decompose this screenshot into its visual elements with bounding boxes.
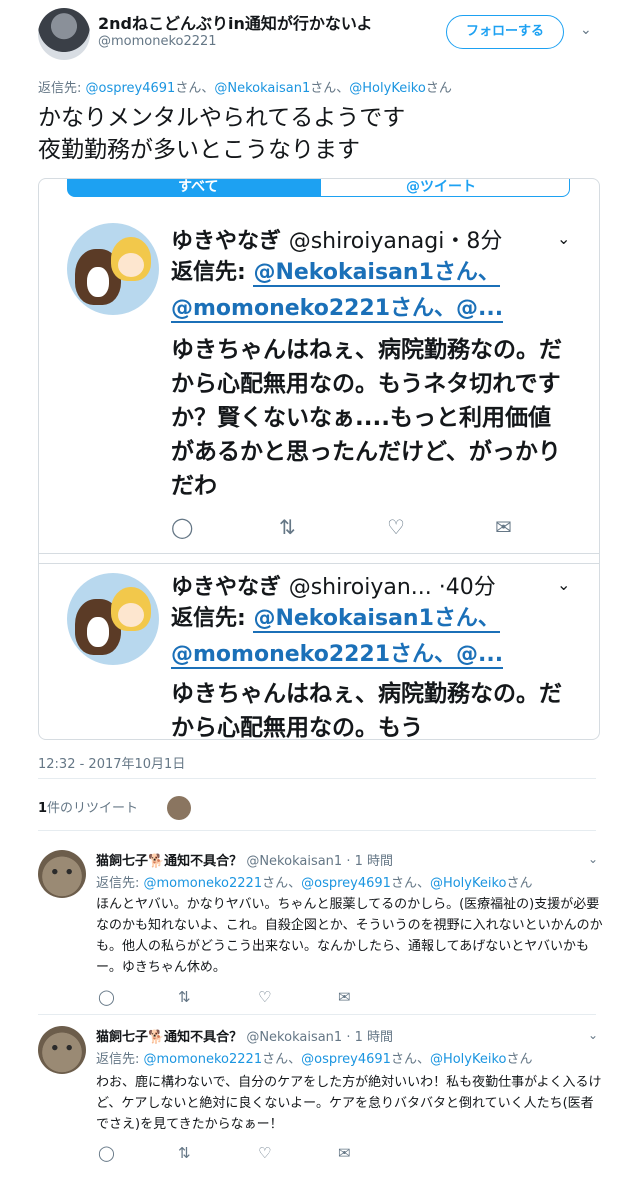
tab-all: すべて	[67, 179, 320, 197]
attached-screenshot[interactable]: すべて @ツイート ゆきやなぎ @shiroiyanagi・8分 ⌄ 返信先: …	[38, 178, 600, 740]
tweet-timestamp[interactable]: 12:32 - 2017年10月1日	[38, 753, 185, 772]
chevron-down-icon: ⌄	[557, 229, 571, 248]
retweet-icon[interactable]: ⇅	[178, 1144, 258, 1162]
embedded-reply-to-cont: @momoneko2221さん、@...	[171, 642, 504, 669]
like-icon[interactable]: ♡	[258, 1144, 338, 1162]
retweet-count[interactable]: 1件のリツイート	[38, 797, 138, 816]
reply-header: 猫飼七子🐕通知不具合？ @Nekokaisan1 · 1 時間	[96, 1030, 394, 1045]
reply-text: ほんとヤバい。かなりヤバい。ちゃんと服薬してるのかしら。(医療福祉の)支援が必要…	[96, 897, 603, 975]
divider	[38, 830, 596, 831]
author-handle[interactable]: @momoneko2221	[98, 34, 217, 49]
reply-user-link[interactable]: @HolyKeiko	[349, 81, 426, 96]
reply-icon: ◯	[171, 515, 194, 539]
reply-actions: ◯ ⇅ ♡ ✉	[98, 988, 418, 1006]
chevron-down-icon[interactable]: ⌄	[588, 852, 598, 866]
reply-to-line: 返信先: @momoneko2221さん、@osprey4691さん、@Holy…	[96, 876, 533, 891]
chevron-down-icon[interactable]: ⌄	[588, 1028, 598, 1042]
reply-actions: ◯ ⇅ ♡ ✉	[98, 1144, 418, 1162]
reply-avatar[interactable]	[38, 850, 86, 898]
reply-to-line: 返信先: @osprey4691さん、@Nekokaisan1さん、@HolyK…	[38, 81, 452, 96]
dm-icon[interactable]: ✉	[338, 1144, 418, 1162]
dm-icon[interactable]: ✉	[338, 988, 418, 1006]
embedded-divider	[39, 563, 599, 564]
chevron-down-icon[interactable]: ⌄	[580, 22, 592, 38]
like-icon[interactable]: ♡	[258, 988, 338, 1006]
embedded-reply-to: 返信先: @Nekokaisan1さん、	[171, 260, 500, 287]
reply-avatar[interactable]	[38, 1026, 86, 1074]
divider	[38, 778, 596, 779]
dm-icon: ✉	[495, 515, 512, 539]
embedded-actions: ◯ ⇅ ♡ ✉	[171, 515, 599, 539]
follow-button[interactable]: フォローする	[446, 15, 564, 49]
tab-tweets: @ツイート	[320, 179, 570, 197]
retweet-icon[interactable]: ⇅	[178, 988, 258, 1006]
author-name[interactable]: 2ndねこどんぶりin通知が行かないよ	[98, 10, 373, 34]
embedded-author: ゆきやなぎ @shiroiyanagi・8分	[171, 229, 503, 254]
author-avatar[interactable]	[38, 8, 90, 60]
embedded-avatar	[67, 573, 159, 665]
reply-to-line: 返信先: @momoneko2221さん、@osprey4691さん、@Holy…	[96, 1052, 533, 1067]
embedded-tweet-text: ゆきちゃんはねぇ、病院勤務なの。だから心配無用なの。もう	[171, 681, 562, 740]
reply-user-link[interactable]: @osprey4691	[86, 81, 176, 96]
embedded-divider	[39, 553, 599, 554]
embedded-avatar	[67, 223, 159, 315]
embedded-author: ゆきやなぎ @shiroiyan... ·40分	[171, 575, 496, 600]
reply-user-link[interactable]: @Nekokaisan1	[214, 81, 310, 96]
retweeter-avatar[interactable]	[167, 796, 191, 820]
embedded-reply-to-cont: @momoneko2221さん、@...	[171, 296, 504, 323]
reply-text: わお、鹿に構わないで、自分のケアをした方が絶対いいわ！私も夜勤仕事がよく入るけど…	[96, 1075, 602, 1132]
chevron-down-icon: ⌄	[557, 575, 571, 594]
tweet-text: かなりメンタルやられてるようです 夜勤勤務が多いとこうなります	[38, 105, 406, 163]
retweet-icon: ⇅	[279, 515, 296, 539]
reply-header: 猫飼七子🐕通知不具合？ @Nekokaisan1 · 1 時間	[96, 854, 394, 869]
reply-icon[interactable]: ◯	[98, 1144, 178, 1162]
divider	[38, 1014, 596, 1015]
like-icon: ♡	[387, 515, 405, 539]
reply-icon[interactable]: ◯	[98, 988, 178, 1006]
embedded-reply-to: 返信先: @Nekokaisan1さん、	[171, 606, 500, 633]
embedded-tweet-text: ゆきちゃんはねぇ、病院勤務なの。だから心配無用なの。もうネタ切れですか？賢くない…	[171, 337, 562, 499]
